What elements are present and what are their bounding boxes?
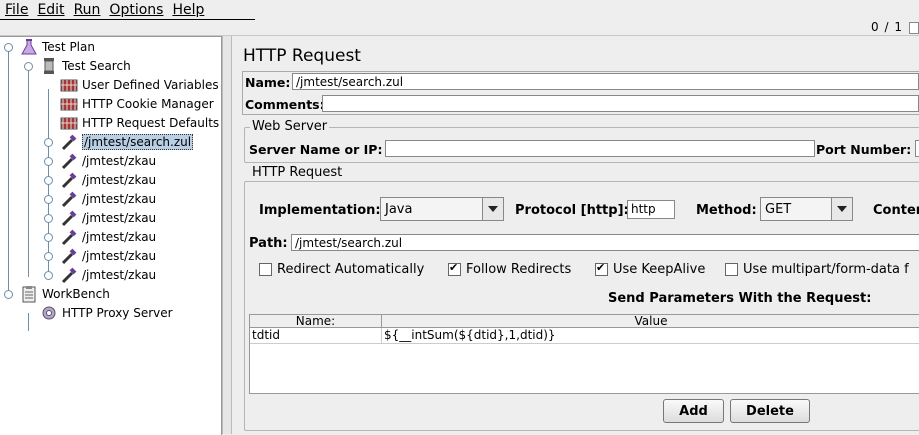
- menu-help[interactable]: Help: [167, 2, 208, 18]
- expand-toggle[interactable]: [44, 138, 53, 147]
- param-name-cell[interactable]: tdtid: [250, 328, 382, 344]
- thread-counter: 0 / 1: [871, 20, 903, 34]
- tree-line: [28, 313, 29, 331]
- checkbox-box: [595, 261, 608, 276]
- pipette-icon: [60, 171, 78, 189]
- name-label: Name:: [245, 75, 291, 90]
- path-field[interactable]: /jmtest/search.zul: [291, 234, 919, 251]
- pipette-icon: [60, 266, 78, 284]
- tree-line: [8, 50, 9, 294]
- path-label: Path:: [249, 236, 288, 251]
- checkbox-box: [725, 263, 738, 276]
- parameters-table[interactable]: Name: Value tdtid ${__intSum(${dtid},1,d…: [249, 314, 919, 394]
- web-server-title: Web Server: [250, 119, 330, 134]
- expand-toggle[interactable]: [44, 195, 53, 204]
- tree-node-workbench[interactable]: WorkBench: [20, 284, 110, 303]
- implementation-label: Implementation:: [259, 203, 381, 218]
- server-label: Server Name or IP:: [249, 142, 383, 157]
- tree-node-user-vars[interactable]: User Defined Variables: [60, 75, 219, 94]
- test-tree[interactable]: Test Plan Test Search User Defined Varia…: [0, 36, 222, 435]
- delete-button[interactable]: Delete: [730, 399, 810, 423]
- server-field[interactable]: [385, 140, 815, 157]
- column-header-name[interactable]: Name:: [250, 315, 382, 328]
- tree-node-sampler[interactable]: /jmtest/zkau: [60, 265, 156, 284]
- config-icon: [60, 114, 78, 132]
- http-request-panel: HTTP Request Name: /jmtest/search.zul Co…: [232, 36, 919, 434]
- expand-toggle[interactable]: [44, 271, 53, 280]
- clipboard-icon: [20, 285, 38, 303]
- chevron-down-icon: [482, 198, 503, 220]
- expand-toggle[interactable]: [4, 43, 13, 52]
- expand-toggle[interactable]: [24, 62, 33, 71]
- menu-options[interactable]: Options: [104, 2, 167, 18]
- tree-node-request-defaults[interactable]: HTTP Request Defaults: [60, 113, 219, 132]
- redirect-auto-checkbox[interactable]: Redirect Automatically: [259, 262, 424, 277]
- tree-node-sampler[interactable]: /jmtest/zkau: [60, 227, 156, 246]
- http-request-title: HTTP Request: [250, 165, 345, 180]
- comments-label: Comments:: [245, 97, 325, 112]
- menu-bar: File Edit Run Options Help: [0, 0, 255, 20]
- expand-toggle[interactable]: [44, 157, 53, 166]
- method-select[interactable]: GET: [760, 197, 853, 221]
- pipette-icon: [60, 228, 78, 246]
- expand-toggle[interactable]: [44, 214, 53, 223]
- protocol-label: Protocol [http]:: [515, 203, 629, 218]
- tree-node-sampler[interactable]: /jmtest/zkau: [60, 208, 156, 227]
- pipette-icon: [60, 190, 78, 208]
- expand-toggle[interactable]: [44, 233, 53, 242]
- add-button[interactable]: Add: [663, 399, 724, 423]
- pipette-icon: [60, 247, 78, 265]
- status-indicator: [909, 22, 919, 34]
- tree-node-sampler[interactable]: /jmtest/zkau: [60, 151, 156, 170]
- tree-node-test-search[interactable]: Test Search: [40, 56, 131, 75]
- pipette-icon: [60, 209, 78, 227]
- pipette-icon: [60, 152, 78, 170]
- param-value-cell[interactable]: ${__intSum(${dtid},1,dtid)}: [382, 328, 919, 344]
- params-title: Send Parameters With the Request:: [608, 291, 872, 306]
- config-icon: [60, 76, 78, 94]
- menu-file[interactable]: File: [0, 2, 32, 18]
- tree-node-sampler[interactable]: /jmtest/zkau: [60, 246, 156, 265]
- protocol-field[interactable]: http: [627, 200, 675, 219]
- tree-node-test-plan[interactable]: Test Plan: [20, 37, 95, 56]
- chevron-down-icon: [831, 198, 852, 220]
- panel-splitter[interactable]: [222, 36, 232, 434]
- follow-redirects-checkbox[interactable]: Follow Redirects: [448, 261, 571, 277]
- expand-toggle[interactable]: [4, 290, 13, 299]
- tree-node-proxy[interactable]: HTTP Proxy Server: [40, 303, 173, 322]
- content-encoding-label: Conten: [873, 203, 919, 218]
- tree-node-sampler[interactable]: /jmtest/zkau: [60, 189, 156, 208]
- gear-icon: [40, 304, 58, 322]
- checkbox-box: [448, 261, 461, 276]
- tree-node-sampler[interactable]: /jmtest/zkau: [60, 170, 156, 189]
- flask-icon: [20, 38, 38, 56]
- menu-edit[interactable]: Edit: [32, 2, 68, 18]
- expand-toggle[interactable]: [44, 252, 53, 261]
- spool-icon: [40, 57, 58, 75]
- keepalive-checkbox[interactable]: Use KeepAlive: [595, 261, 705, 277]
- page-title: HTTP Request: [243, 46, 361, 66]
- column-header-value[interactable]: Value: [382, 315, 919, 328]
- tree-node-sampler[interactable]: /jmtest/search.zul: [60, 132, 194, 151]
- pipette-icon: [60, 133, 78, 151]
- comments-field[interactable]: [322, 95, 919, 112]
- config-icon: [60, 95, 78, 113]
- name-field[interactable]: /jmtest/search.zul: [292, 73, 919, 90]
- checkbox-box: [259, 263, 272, 276]
- multipart-checkbox[interactable]: Use multipart/form-data f: [725, 262, 909, 277]
- implementation-select[interactable]: Java: [380, 197, 504, 221]
- method-label: Method:: [696, 203, 757, 218]
- tree-line: [28, 69, 29, 277]
- tree-node-cookie-manager[interactable]: HTTP Cookie Manager: [60, 94, 214, 113]
- expand-toggle[interactable]: [44, 176, 53, 185]
- menu-run[interactable]: Run: [69, 2, 105, 18]
- port-field[interactable]: [915, 140, 919, 157]
- port-label: Port Number:: [816, 142, 912, 157]
